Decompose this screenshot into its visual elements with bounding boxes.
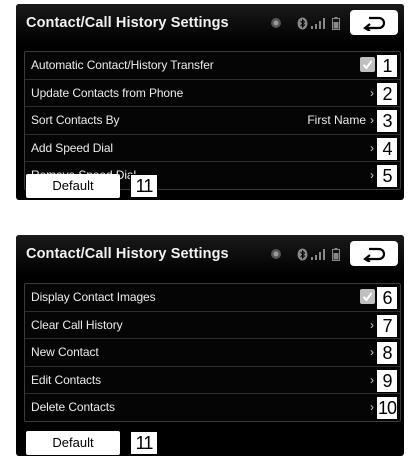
- checkbox[interactable]: [360, 289, 375, 304]
- settings-dot-icon: [271, 18, 281, 28]
- callout-number: 9: [376, 368, 398, 393]
- callout-number: 8: [376, 341, 398, 365]
- settings-list: Display Contact Images 6 Clear Call Hist…: [24, 283, 401, 422]
- setting-row-add-speed-dial[interactable]: Add Speed Dial › 4: [25, 135, 400, 162]
- chevron-right-icon: ›: [370, 317, 374, 332]
- screen-title: Contact/Call History Settings: [26, 246, 229, 262]
- chevron-right-icon: ›: [370, 85, 374, 100]
- setting-row-delete-contacts[interactable]: Delete Contacts › 10: [25, 394, 400, 421]
- screen-title: Contact/Call History Settings: [26, 15, 229, 31]
- chevron-right-icon: ›: [370, 113, 374, 127]
- battery-icon: [332, 17, 340, 30]
- callout-number: 11: [130, 431, 158, 455]
- setting-label: Edit Contacts: [31, 372, 102, 387]
- back-button[interactable]: [350, 10, 398, 35]
- chevron-right-icon: ›: [370, 400, 374, 414]
- signal-bars-icon: [311, 249, 325, 260]
- chevron-right-icon: ›: [370, 345, 374, 359]
- callout-number: 6: [376, 286, 398, 310]
- setting-label: New Contact: [31, 345, 99, 359]
- setting-label: Automatic Contact/History Transfer: [31, 58, 214, 72]
- settings-screen-2: Contact/Call History Settings Display Co…: [16, 235, 404, 456]
- setting-label: Clear Call History: [31, 317, 123, 332]
- setting-row-automatic-transfer[interactable]: Automatic Contact/History Transfer 1: [25, 52, 400, 80]
- callout-number: 4: [376, 136, 398, 161]
- callout-number: 1: [376, 54, 398, 78]
- setting-label: Display Contact Images: [31, 290, 156, 304]
- screen-header: Contact/Call History Settings: [16, 235, 404, 275]
- setting-row-edit-contacts[interactable]: Edit Contacts › 9: [25, 367, 400, 394]
- back-arrow-icon: [363, 247, 386, 262]
- default-button[interactable]: Default: [26, 174, 120, 198]
- callout-number: 10: [376, 396, 398, 420]
- checkmark-icon: [362, 292, 373, 302]
- chevron-right-icon: ›: [370, 168, 374, 182]
- setting-label: Delete Contacts: [31, 400, 115, 414]
- callout-number: 5: [376, 164, 398, 188]
- callout-number: 11: [130, 174, 158, 198]
- setting-label: Add Speed Dial: [31, 140, 113, 155]
- callout-number: 2: [376, 81, 398, 106]
- signal-bars-icon: [311, 18, 325, 29]
- callout-number: 3: [376, 109, 398, 133]
- battery-icon: [332, 248, 340, 261]
- bluetooth-icon: [297, 248, 308, 261]
- back-arrow-icon: [363, 16, 386, 31]
- setting-row-update-contacts[interactable]: Update Contacts from Phone › 2: [25, 80, 400, 107]
- setting-row-new-contact[interactable]: New Contact › 8: [25, 339, 400, 367]
- chevron-right-icon: ›: [370, 372, 374, 387]
- bluetooth-icon: [297, 17, 308, 30]
- checkbox[interactable]: [360, 57, 375, 72]
- setting-row-display-contact-images[interactable]: Display Contact Images 6: [25, 284, 400, 312]
- checkmark-icon: [362, 60, 373, 70]
- chevron-right-icon: ›: [370, 140, 374, 155]
- settings-list: Automatic Contact/History Transfer 1 Upd…: [24, 51, 401, 190]
- setting-row-sort-contacts[interactable]: Sort Contacts By First Name › 3: [25, 107, 400, 135]
- setting-label: Update Contacts from Phone: [31, 85, 184, 100]
- setting-row-clear-call-history[interactable]: Clear Call History › 7: [25, 312, 400, 339]
- setting-label: Sort Contacts By: [31, 113, 120, 127]
- back-button[interactable]: [350, 241, 398, 266]
- setting-value: First Name: [307, 113, 366, 127]
- default-button[interactable]: Default: [26, 431, 120, 455]
- callout-number: 7: [376, 313, 398, 338]
- screen-header: Contact/Call History Settings: [16, 4, 404, 44]
- settings-dot-icon: [271, 249, 281, 259]
- settings-screen-1: Contact/Call History Settings Automatic …: [16, 4, 404, 200]
